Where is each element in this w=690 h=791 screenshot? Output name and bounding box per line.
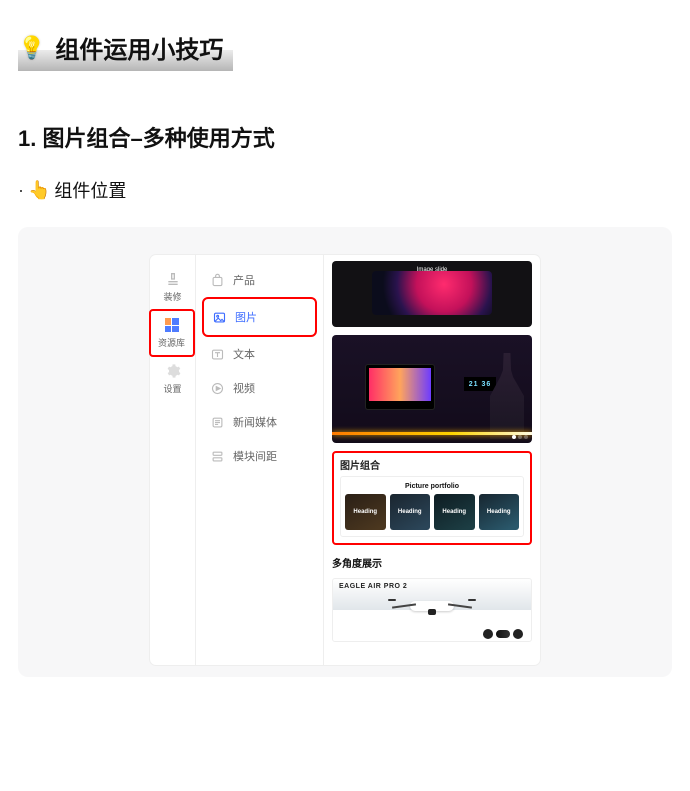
menu-item-image[interactable]: 图片 bbox=[202, 297, 317, 337]
spacing-icon bbox=[210, 449, 225, 464]
led-strip bbox=[332, 432, 532, 435]
preview-laptop-slide: Image slide bbox=[332, 261, 532, 327]
screenshot-panel: 装修 资源库 设置 产品 bbox=[18, 227, 672, 677]
editor-window: 装修 资源库 设置 产品 bbox=[150, 255, 540, 665]
portfolio-thumb: Heading bbox=[479, 494, 520, 530]
portfolio-header: Picture portfolio bbox=[345, 483, 519, 490]
digital-clock: 21 36 bbox=[464, 377, 496, 391]
product-mini-thumbs bbox=[483, 629, 523, 639]
lightbulb-icon: 💡 bbox=[18, 35, 45, 61]
portfolio-thumb: Heading bbox=[390, 494, 431, 530]
drone-graphic bbox=[410, 601, 454, 611]
menu-item-label: 图片 bbox=[235, 309, 257, 325]
portfolio-card: Picture portfolio Heading Heading Headin… bbox=[340, 476, 524, 537]
menu-item-label: 模块间距 bbox=[233, 448, 277, 464]
image-icon bbox=[212, 310, 227, 325]
menu-item-news[interactable]: 新闻媒体 bbox=[202, 405, 317, 439]
component-location-line: · 👆 组件位置 bbox=[18, 177, 672, 203]
menu-item-spacing[interactable]: 模块间距 bbox=[202, 439, 317, 473]
text-icon bbox=[210, 347, 225, 362]
sidebar-item-settings[interactable]: 设置 bbox=[153, 357, 193, 401]
menu-item-video[interactable]: 视频 bbox=[202, 371, 317, 405]
menu-item-text[interactable]: 文本 bbox=[202, 337, 317, 371]
menu-item-label: 产品 bbox=[233, 272, 255, 288]
block-title: 图片组合 bbox=[340, 457, 524, 472]
monitor-graphic bbox=[366, 365, 434, 409]
carousel-dots bbox=[512, 435, 528, 439]
sidebar-item-label: 设置 bbox=[163, 382, 181, 395]
menu-item-label: 新闻媒体 bbox=[233, 414, 277, 430]
location-label: 组件位置 bbox=[54, 177, 126, 203]
portfolio-thumb: Heading bbox=[345, 494, 386, 530]
brush-icon bbox=[165, 271, 181, 287]
page-title: 组件运用小技巧 bbox=[55, 30, 223, 65]
product-brand-label: EAGLE AIR PRO 2 bbox=[339, 583, 407, 590]
portfolio-thumb: Heading bbox=[434, 494, 475, 530]
person-silhouette bbox=[490, 353, 524, 439]
preview-desk-scene: 21 36 bbox=[332, 335, 532, 443]
sidebar-item-decorate[interactable]: 装修 bbox=[153, 265, 193, 309]
menu-item-label: 文本 bbox=[233, 346, 255, 362]
angle-view-thumb: EAGLE AIR PRO 2 bbox=[332, 578, 532, 642]
menu-item-product[interactable]: 产品 bbox=[202, 263, 317, 297]
grid-icon bbox=[164, 317, 180, 333]
page-title-bar: 💡 组件运用小技巧 bbox=[18, 24, 233, 71]
bullet-dot: · bbox=[18, 180, 24, 201]
pointing-hand-icon: 👆 bbox=[28, 180, 50, 201]
gear-icon bbox=[165, 363, 181, 379]
play-circle-icon bbox=[210, 381, 225, 396]
image-combo-block: 图片组合 Picture portfolio Heading Heading H… bbox=[332, 451, 532, 545]
angle-view-title: 多角度展示 bbox=[332, 555, 532, 570]
sidebar-item-label: 资源库 bbox=[158, 336, 185, 349]
news-icon bbox=[210, 415, 225, 430]
sidebar-item-resources[interactable]: 资源库 bbox=[149, 309, 195, 357]
sidebar-item-label: 装修 bbox=[163, 290, 181, 303]
bag-icon bbox=[210, 273, 225, 288]
editor-sidebar: 装修 资源库 设置 bbox=[150, 255, 196, 665]
section-heading: 1. 图片组合–多种使用方式 bbox=[18, 121, 672, 153]
component-menu: 产品 图片 文本 视频 bbox=[196, 255, 324, 665]
preview-column: Image slide 21 36 图片组合 Picture portfolio… bbox=[324, 255, 540, 665]
laptop-screen-graphic bbox=[372, 271, 492, 315]
menu-item-label: 视频 bbox=[233, 380, 255, 396]
